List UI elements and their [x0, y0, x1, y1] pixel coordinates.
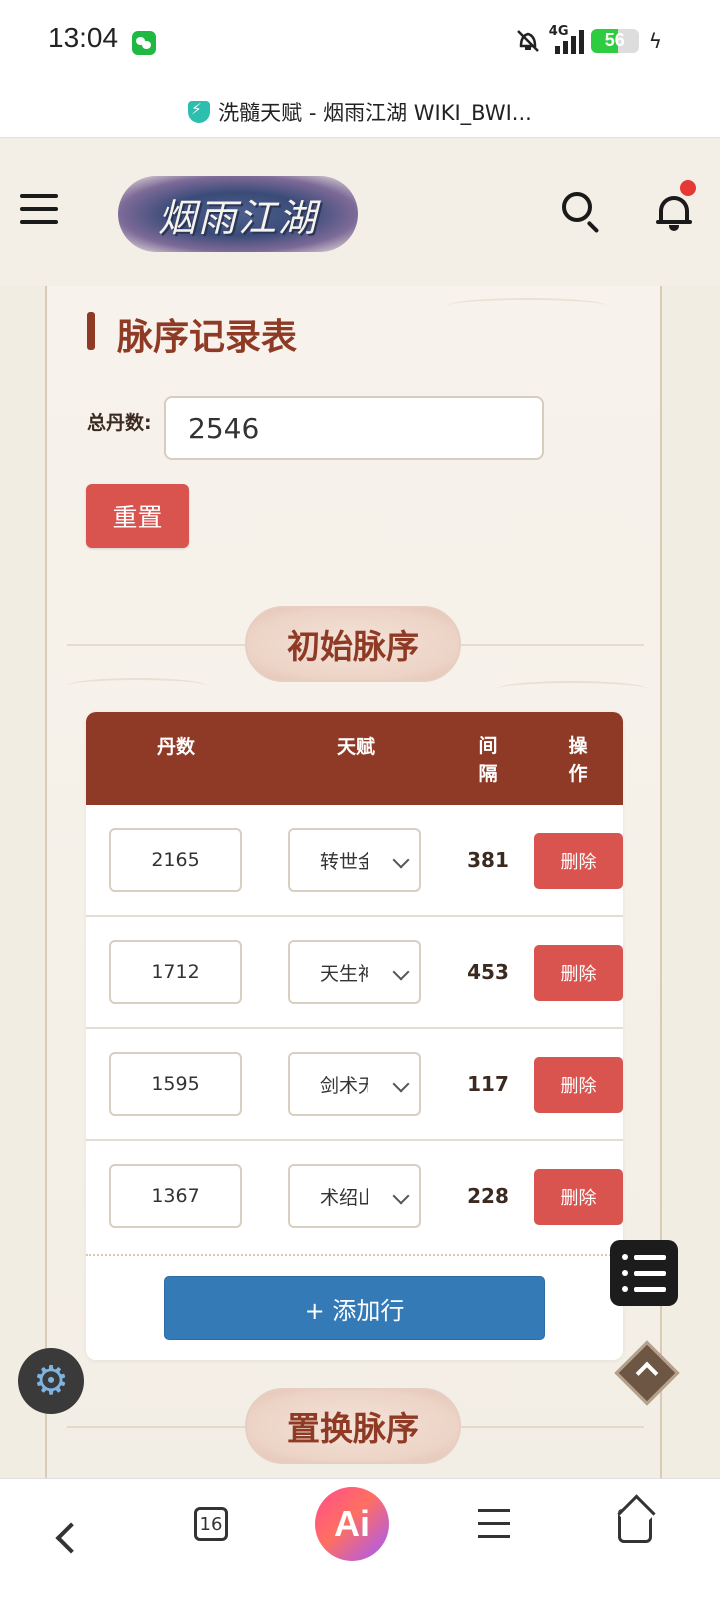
charging-icon: ϟ: [648, 29, 662, 53]
secure-shield-icon: [188, 100, 211, 123]
table-divider: [86, 1254, 623, 1256]
gear-icon[interactable]: ⚙: [18, 1348, 84, 1414]
table-row: 2165 转世金 381 删除: [86, 805, 623, 917]
gap-value: 453: [467, 960, 509, 984]
dan-input[interactable]: 2165: [109, 828, 242, 892]
decor-wave: [447, 298, 607, 314]
browser-bottom-nav: 16 Ai: [0, 1478, 720, 1602]
dan-input[interactable]: 1595: [109, 1052, 242, 1116]
menu-icon[interactable]: [20, 194, 58, 226]
mute-bell-icon: [515, 28, 541, 54]
dan-input[interactable]: 1367: [109, 1164, 242, 1228]
talent-select[interactable]: 天生神: [288, 940, 421, 1004]
signal-icon: 4G: [549, 24, 584, 54]
talent-select-value: 剑术无: [320, 1074, 368, 1097]
total-dan-input[interactable]: 2546: [164, 396, 544, 460]
section-replace-heading: 置换脉序: [245, 1388, 461, 1464]
decor-wave: [497, 681, 647, 697]
add-row-button[interactable]: + 添加行: [164, 1276, 545, 1340]
total-dan-label: 总丹数:: [87, 412, 152, 434]
back-icon[interactable]: [55, 1522, 87, 1554]
search-icon[interactable]: [562, 192, 602, 234]
decor-wave: [67, 678, 207, 694]
page-title[interactable]: 洗髓天赋 - 烟雨江湖 WIKI_BWI...: [218, 97, 532, 127]
battery-level: 56: [604, 30, 625, 50]
header-action: 操 作: [566, 732, 590, 788]
tab-count: 16: [199, 1513, 223, 1535]
bell-icon[interactable]: [656, 192, 694, 232]
header-action-1: 操: [568, 735, 588, 757]
talent-select[interactable]: 术绍山: [288, 1164, 421, 1228]
table-header: 丹数 天赋 间 隔 操 作: [86, 712, 623, 805]
chevron-down-icon: [392, 1075, 410, 1093]
status-bar: 13:04 4G 56 ϟ: [0, 0, 720, 86]
chevron-down-icon: [392, 851, 410, 869]
delete-button[interactable]: 删除: [534, 1057, 623, 1113]
section-initial-heading: 初始脉序: [245, 606, 461, 682]
talent-select[interactable]: 剑术无: [288, 1052, 421, 1116]
ai-label: Ai: [334, 1503, 370, 1544]
notification-dot: [678, 178, 698, 198]
header-dan: 丹数: [156, 736, 195, 758]
main-card: 脉序记录表 总丹数: 2546 重置 初始脉序 丹数 天赋 间 隔 操 作 21…: [45, 286, 662, 1478]
gap-value: 228: [467, 1184, 509, 1208]
header-gap: 间 隔: [476, 732, 500, 788]
gap-value: 117: [467, 1072, 509, 1096]
reset-button[interactable]: 重置: [86, 484, 189, 548]
site-header: 烟雨江湖: [0, 138, 720, 286]
table-row: 1595 剑术无 117 删除: [86, 1029, 623, 1141]
header-gap-1: 间: [478, 735, 498, 757]
wechat-icon: [132, 31, 156, 55]
header-action-2: 作: [568, 763, 588, 785]
page-heading: 脉序记录表: [117, 317, 298, 358]
home-icon[interactable]: [618, 1509, 652, 1543]
battery-icon: 56: [590, 29, 639, 53]
toc-list-icon[interactable]: [610, 1240, 678, 1306]
title-accent-bar: [87, 312, 95, 350]
header-talent: 天赋: [336, 736, 375, 758]
ai-assistant-button[interactable]: Ai: [315, 1487, 389, 1561]
dan-input[interactable]: 1712: [109, 940, 242, 1004]
delete-button[interactable]: 删除: [534, 1169, 623, 1225]
table-row: 1367 术绍山 228 删除: [86, 1141, 623, 1253]
chevron-down-icon: [392, 963, 410, 981]
gap-value: 381: [467, 848, 509, 872]
delete-button[interactable]: 删除: [534, 833, 623, 889]
tabs-icon[interactable]: 16: [194, 1507, 228, 1541]
initial-sequence-table: 丹数 天赋 间 隔 操 作 2165 转世金 381 删除 1712 天生神 4…: [86, 712, 623, 1360]
delete-button[interactable]: 删除: [534, 945, 623, 1001]
talent-select-value: 术绍山: [320, 1186, 368, 1209]
talent-select[interactable]: 转世金: [288, 828, 421, 892]
menu-icon[interactable]: [478, 1509, 510, 1548]
header-gap-2: 隔: [478, 763, 498, 785]
status-time: 13:04: [48, 22, 119, 53]
logo-text: 烟雨江湖: [157, 195, 318, 240]
talent-select-value: 转世金: [320, 850, 368, 873]
talent-select-value: 天生神: [320, 962, 368, 985]
table-row: 1712 天生神 453 删除: [86, 917, 623, 1029]
status-indicators: 4G 56 ϟ: [515, 24, 662, 54]
browser-url-bar[interactable]: 洗髓天赋 - 烟雨江湖 WIKI_BWI...: [0, 86, 720, 138]
chevron-down-icon: [392, 1187, 410, 1205]
site-logo[interactable]: 烟雨江湖: [118, 176, 358, 252]
